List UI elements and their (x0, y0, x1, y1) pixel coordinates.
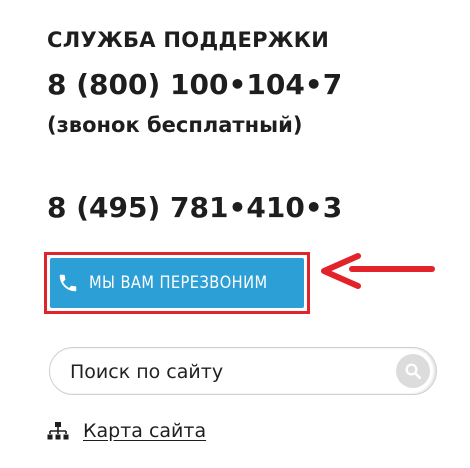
phone-icon (57, 272, 79, 294)
search-input[interactable] (68, 348, 372, 396)
callback-label: МЫ ВАМ ПЕРЕЗВОНИМ (89, 273, 268, 293)
phone-free-link[interactable]: 8 (800) 100•104•7 (47, 68, 342, 101)
sitemap-link[interactable]: Карта сайта (83, 420, 206, 442)
sitemap-icon (47, 421, 69, 441)
search-box (49, 347, 437, 396)
search-button[interactable] (396, 354, 430, 388)
search-icon (405, 363, 422, 380)
phone-moscow-link[interactable]: 8 (495) 781•410•3 (47, 191, 342, 224)
support-title: СЛУЖБА ПОДДЕРЖКИ (47, 28, 330, 52)
sitemap: Карта сайта (47, 420, 206, 442)
callback-highlight-frame: МЫ ВАМ ПЕРЕЗВОНИМ (44, 252, 310, 314)
callback-button[interactable]: МЫ ВАМ ПЕРЕЗВОНИМ (50, 258, 304, 308)
red-arrow-icon (321, 253, 435, 289)
phone-free-note: (звонок бесплатный) (47, 113, 303, 137)
